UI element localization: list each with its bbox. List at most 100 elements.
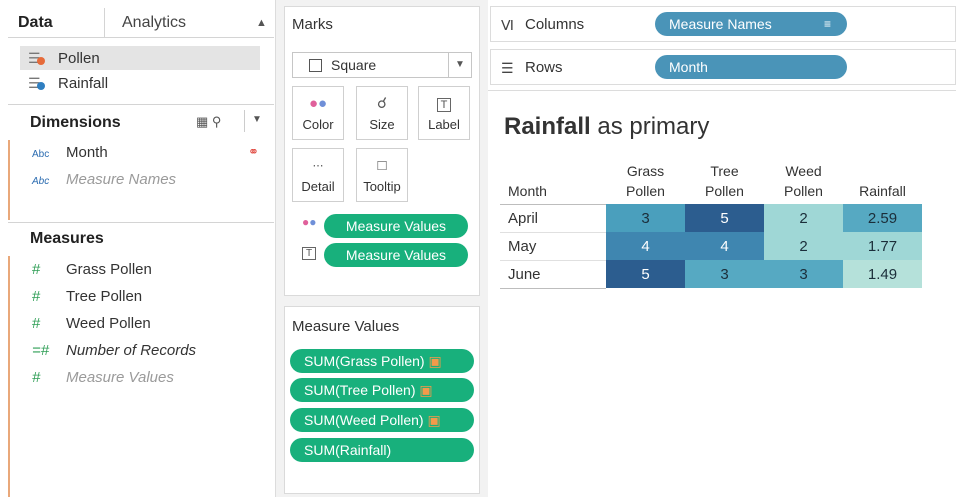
table-cell[interactable]: 3 xyxy=(606,204,685,232)
measure-names-pill[interactable]: Measure Names ≡ xyxy=(655,12,847,36)
column-header[interactable]: Weed Pollen xyxy=(764,161,843,204)
row-header[interactable]: Month xyxy=(500,161,606,204)
marks-pane: Marks Square ▼ ●● Color ☌ Size T Label ⋯… xyxy=(276,0,488,497)
label-encoding-icon: T xyxy=(302,247,317,260)
measures-title: Measures xyxy=(30,230,104,247)
text-label-icon: T xyxy=(419,91,469,117)
mv-pill-grass-pollen[interactable]: SUM(Grass Pollen) ▣ xyxy=(290,349,474,373)
tab-scroll-icon[interactable]: ▲ xyxy=(256,8,267,38)
field-label: Weed Pollen xyxy=(66,315,151,332)
calc-number-type-icon: =# xyxy=(32,342,50,359)
col-header-line2: Pollen xyxy=(626,183,665,199)
color-button[interactable]: ●● Color xyxy=(292,86,344,140)
rows-shelf[interactable]: ☰ Rows Month xyxy=(490,49,956,85)
column-header[interactable]: Rainfall xyxy=(843,161,922,204)
mark-type-dropdown[interactable]: Square ▼ xyxy=(292,52,472,78)
viz-canvas: Rainfall as primary Month Grass Pollen Tr… xyxy=(488,90,956,497)
color-label: Color xyxy=(302,117,334,132)
viz-title-bold: Rainfall xyxy=(504,113,591,140)
table-cell[interactable]: 4 xyxy=(606,232,685,260)
datasource-icon: ☰ xyxy=(28,71,48,95)
field-number-of-records[interactable]: =# Number of Records xyxy=(32,339,196,363)
row-label[interactable]: June xyxy=(500,259,606,289)
label-button[interactable]: T Label xyxy=(418,86,470,140)
row-label[interactable]: May xyxy=(500,231,606,260)
field-label: Grass Pollen xyxy=(66,261,152,278)
row-label[interactable]: April xyxy=(500,203,606,232)
pane-tabbar: Data Analytics ▲ xyxy=(8,8,274,38)
tab-divider xyxy=(104,8,105,38)
label-label: Label xyxy=(428,117,460,132)
table-cell[interactable]: 1.77 xyxy=(843,232,922,260)
datasource-badge-icon: ▣ xyxy=(427,412,441,428)
table-cell[interactable]: 5 xyxy=(685,204,764,232)
rows-icon: ☰ xyxy=(501,60,514,76)
field-label: Tree Pollen xyxy=(66,288,143,305)
label-measure-values-pill[interactable]: Measure Values xyxy=(324,243,468,267)
table-cell[interactable]: 3 xyxy=(685,260,764,288)
divider xyxy=(8,104,274,105)
column-header[interactable]: Tree Pollen xyxy=(685,161,764,204)
viz-title: Rainfall as primary xyxy=(504,113,709,141)
col-header-line2: Pollen xyxy=(705,183,744,199)
table-cell[interactable]: 3 xyxy=(764,260,843,288)
field-label: Measure Names xyxy=(66,171,177,188)
number-type-icon: # xyxy=(32,315,41,332)
detail-button[interactable]: ⋯ Detail xyxy=(292,148,344,202)
table-cell[interactable]: 5 xyxy=(606,260,685,288)
table-cell[interactable]: 2 xyxy=(764,232,843,260)
measure-values-title: Measure Values xyxy=(292,318,400,335)
mv-pill-tree-pollen[interactable]: SUM(Tree Pollen) ▣ xyxy=(290,378,474,402)
menu-dropdown-icon[interactable]: ▼ xyxy=(252,114,262,125)
field-measure-values[interactable]: # Measure Values xyxy=(32,366,174,390)
table-cell[interactable]: 2.59 xyxy=(843,204,922,232)
columns-shelf[interactable]: Ⅵ Columns Measure Names ≡ xyxy=(490,6,956,42)
chevron-down-icon: ▼ xyxy=(448,53,471,77)
field-tree-pollen[interactable]: # Tree Pollen xyxy=(32,285,142,309)
link-icon[interactable]: ⚭ xyxy=(248,144,259,160)
sort-icon[interactable]: ≡ xyxy=(824,12,831,36)
col-header-line1: Tree xyxy=(710,163,739,179)
col-header-line2: Rainfall xyxy=(859,183,906,199)
column-header[interactable]: Grass Pollen xyxy=(606,161,685,204)
tooltip-button[interactable]: □ Tooltip xyxy=(356,148,408,202)
text-table: Month Grass Pollen Tree Pollen Weed Pollen … xyxy=(500,161,922,289)
worksheet-area: Ⅵ Columns Measure Names ≡ ☰ Rows Month R… xyxy=(488,0,956,497)
field-month[interactable]: Abc Month xyxy=(32,141,108,165)
field-grass-pollen[interactable]: # Grass Pollen xyxy=(32,258,152,282)
size-button[interactable]: ☌ Size xyxy=(356,86,408,140)
size-icon: ☌ xyxy=(376,95,388,112)
number-type-icon: # xyxy=(32,369,41,386)
view-toggle-icon[interactable]: ▦ ⚲ xyxy=(196,114,221,130)
tab-data[interactable]: Data xyxy=(18,8,53,38)
tooltip-icon: □ xyxy=(377,157,387,174)
mv-pill-rainfall[interactable]: SUM(Rainfall) xyxy=(290,438,474,462)
datasource-label: Rainfall xyxy=(58,75,109,92)
string-type-icon: Abc xyxy=(32,149,50,160)
table-row: June 5 3 3 1.49 xyxy=(500,259,922,289)
field-weed-pollen[interactable]: # Weed Pollen xyxy=(32,312,151,336)
datasource-rainfall[interactable]: ☰ Rainfall xyxy=(20,71,260,95)
pill-label: SUM(Tree Pollen) xyxy=(304,382,416,398)
string-type-icon: Abc xyxy=(32,176,50,187)
datasource-badge-icon: ▣ xyxy=(428,353,442,369)
measure-accent xyxy=(8,256,10,497)
col-header-line1: Grass xyxy=(626,163,665,179)
secondary-badge-icon xyxy=(37,82,45,90)
field-label: Measure Values xyxy=(66,369,174,386)
tab-analytics[interactable]: Analytics xyxy=(122,8,186,38)
table-row: April 3 5 2 2.59 xyxy=(500,203,922,232)
col-header-line1: Weed xyxy=(785,163,822,179)
month-pill[interactable]: Month xyxy=(655,55,847,79)
number-type-icon: # xyxy=(32,288,41,305)
datasource-pollen[interactable]: ☰ Pollen xyxy=(20,46,260,70)
table-cell[interactable]: 2 xyxy=(764,204,843,232)
table-cell[interactable]: 1.49 xyxy=(843,260,922,288)
color-measure-values-pill[interactable]: Measure Values xyxy=(324,214,468,238)
table-cell[interactable]: 4 xyxy=(685,232,764,260)
field-measure-names[interactable]: Abc Measure Names xyxy=(32,168,176,192)
field-label: Number of Records xyxy=(66,342,197,359)
divider xyxy=(8,222,274,223)
table-row: May 4 4 2 1.77 xyxy=(500,231,922,260)
mv-pill-weed-pollen[interactable]: SUM(Weed Pollen) ▣ xyxy=(290,408,474,432)
